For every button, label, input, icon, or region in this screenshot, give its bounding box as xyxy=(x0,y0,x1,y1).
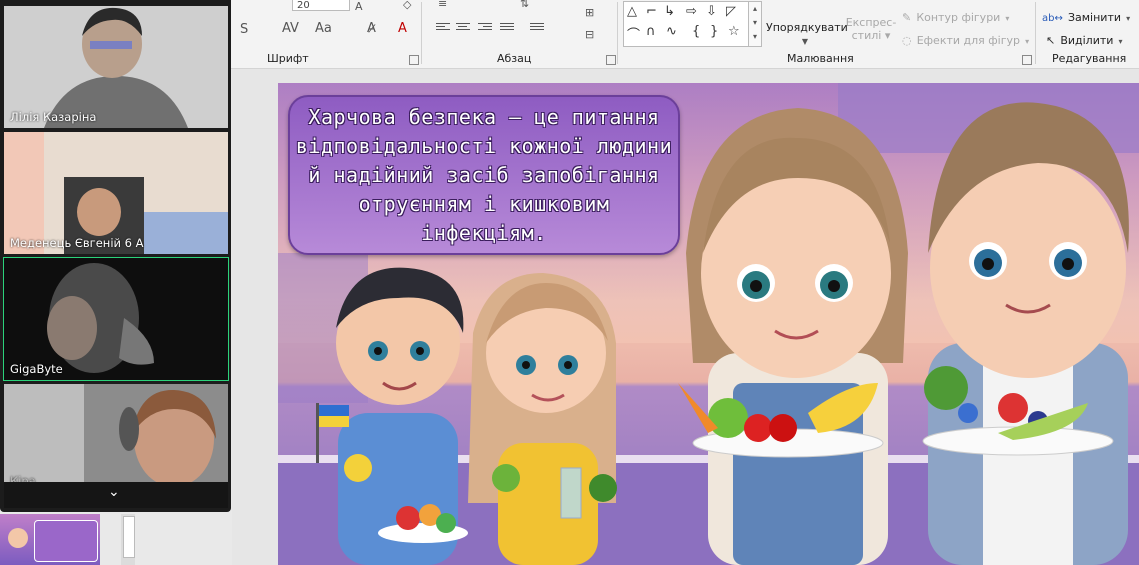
girl-small xyxy=(468,273,617,565)
divider xyxy=(617,2,618,64)
triangle-shape-icon[interactable]: △ xyxy=(627,4,637,19)
align-left-icon[interactable] xyxy=(436,23,450,34)
arrange-label: Упорядкувати xyxy=(766,21,848,34)
thumbnail-character xyxy=(8,528,28,548)
curve-shape-icon[interactable]: ∩ xyxy=(646,24,656,39)
strikethrough-icon[interactable]: S xyxy=(240,22,248,37)
text-direction-icon[interactable]: ⇅ xyxy=(520,0,529,10)
collapse-participants-button[interactable]: ⌄ xyxy=(4,482,228,508)
girl-large xyxy=(678,108,908,565)
participants-panel: Лілія Казаріна Меденець Євгеній 6 А Giga… xyxy=(0,0,231,512)
participant-name: Лілія Казаріна xyxy=(10,110,97,124)
brace-left-shape-icon[interactable]: { xyxy=(692,24,700,39)
freeform-shape-icon[interactable]: ∿ xyxy=(666,24,677,39)
divider xyxy=(421,2,422,64)
boy-small xyxy=(316,267,468,565)
editing-group-label: Редагування xyxy=(1052,52,1127,65)
line-spacing-icon[interactable]: ≡ xyxy=(438,0,447,10)
align-center-icon[interactable] xyxy=(456,23,470,34)
participant-name: Меденець Євгеній 6 А xyxy=(10,236,144,250)
shapes-gallery[interactable]: △ ⌐ ↳ ⇨ ⇩ ◸ ⌒ ∩ ∿ { } ☆ xyxy=(623,1,749,47)
divider xyxy=(1035,2,1036,64)
justify-icon[interactable] xyxy=(500,23,514,34)
arc-shape-icon[interactable]: ⌒ xyxy=(627,24,640,43)
replace-button[interactable]: ab↔ Замінити ▾ xyxy=(1042,6,1130,25)
paragraph-dialog-launcher[interactable] xyxy=(606,55,616,65)
font-color-icon[interactable]: A xyxy=(398,21,407,36)
font-group-label: Шрифт xyxy=(267,52,309,65)
smartart-icon[interactable]: ⊟ xyxy=(585,28,594,41)
elbow-connector-icon[interactable]: ⌐ xyxy=(646,4,657,19)
replace-label: Замінити xyxy=(1067,11,1121,24)
participant-name: GigaByte xyxy=(10,362,63,376)
highlight-icon[interactable]: ◇ xyxy=(403,0,411,11)
callout-shape-icon[interactable]: ◸ xyxy=(726,4,736,19)
shapes-gallery-scroll[interactable]: ▴ ▾ ▾ xyxy=(748,1,762,47)
participant-tile[interactable]: Лілія Казаріна xyxy=(4,6,228,128)
scrollbar-thumb[interactable] xyxy=(123,516,135,558)
speech-bubble[interactable]: Харчова безпека — це питання відповідаль… xyxy=(288,95,680,255)
shape-outline-label: Контур фігури xyxy=(916,11,1001,24)
shape-effects-button[interactable]: ◌ Ефекти для фігур ▾ xyxy=(902,29,1029,48)
participant-name: Кіра xyxy=(10,474,36,482)
participant-tile[interactable]: Меденець Євгеній 6 А xyxy=(4,132,228,254)
align-text-icon[interactable]: ⊞ xyxy=(585,6,594,19)
star-shape-icon[interactable]: ☆ xyxy=(728,24,740,39)
brace-right-shape-icon[interactable]: } xyxy=(710,24,718,39)
arrow-right-shape-icon[interactable]: ⇨ xyxy=(686,4,697,19)
drawing-dialog-launcher[interactable] xyxy=(1022,55,1032,65)
text-shadow-icon[interactable]: A xyxy=(355,0,363,13)
participant-tile[interactable]: Кіра xyxy=(4,384,228,482)
font-size-value: 20 xyxy=(297,0,310,11)
font-size-box[interactable]: 20 xyxy=(292,0,350,11)
effects-icon: ◌ xyxy=(902,34,912,47)
participant-video xyxy=(4,384,228,482)
thumbnail-scrollbar[interactable] xyxy=(121,514,135,565)
font-dialog-launcher[interactable] xyxy=(409,55,419,65)
boy-large xyxy=(922,102,1129,565)
pencil-icon: ✎ xyxy=(902,11,912,24)
drawing-group-label: Малювання xyxy=(787,52,854,65)
columns-icon[interactable] xyxy=(530,23,544,34)
shape-effects-label: Ефекти для фігур xyxy=(916,34,1021,47)
paragraph-group-label: Абзац xyxy=(497,52,532,65)
select-label: Виділити xyxy=(1060,34,1114,47)
thumbnail-bubble xyxy=(34,520,98,562)
chevron-down-icon: ▼ xyxy=(801,37,809,46)
chevron-down-icon: ⌄ xyxy=(108,484,120,500)
clear-formatting-icon[interactable]: A̷ xyxy=(367,21,376,36)
quick-styles-label-2: стилі ▾ xyxy=(851,29,891,42)
elbow-arrow-icon[interactable]: ↳ xyxy=(664,4,675,19)
shape-outline-button[interactable]: ✎ Контур фігури ▾ xyxy=(902,6,1009,25)
align-right-icon[interactable] xyxy=(478,23,492,34)
quick-styles-button[interactable]: Експрес- стилі ▾ xyxy=(844,16,898,48)
quick-styles-label: Експрес- xyxy=(845,16,897,29)
character-spacing-icon[interactable]: AV xyxy=(282,21,299,36)
arrow-down-shape-icon[interactable]: ⇩ xyxy=(706,4,717,19)
participant-tile[interactable]: GigaByte xyxy=(3,257,229,381)
arrange-button[interactable]: Упорядкувати ▼ xyxy=(766,16,848,46)
select-button[interactable]: ↖ Виділити ▾ xyxy=(1046,29,1123,48)
change-case-icon[interactable]: Aa xyxy=(315,21,332,36)
replace-icon: ab↔ xyxy=(1042,13,1063,24)
slide-thumbnail[interactable] xyxy=(0,514,100,565)
speech-text: Харчова безпека — це питання відповідаль… xyxy=(295,105,673,245)
cursor-icon: ↖ xyxy=(1046,34,1056,47)
